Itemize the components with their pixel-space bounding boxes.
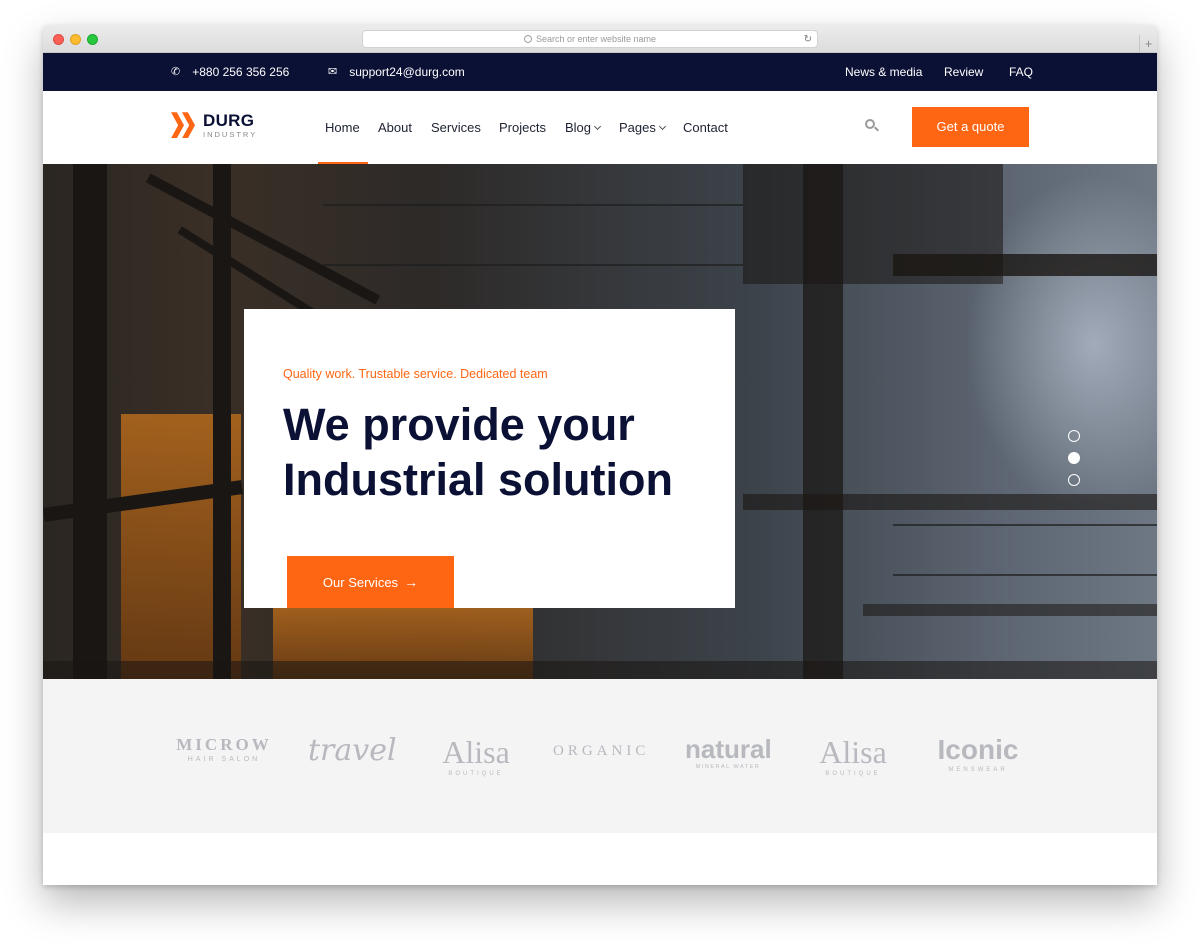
next-section	[43, 833, 1157, 885]
phone-icon: ✆	[171, 66, 181, 78]
slider-dot-2[interactable]	[1068, 452, 1080, 464]
partner-logo-alisa-2: Alisa BOUTIQUE	[819, 734, 887, 777]
browser-toolbar: Search or enter website name ↻ +	[43, 25, 1157, 53]
slider-dot-3[interactable]	[1068, 474, 1080, 486]
reload-icon[interactable]: ↻	[804, 31, 812, 48]
arrow-right-icon: →	[404, 574, 419, 590]
browser-window: Search or enter website name ↻ + ✆ +880 …	[43, 25, 1157, 885]
phone-number: +880 256 356 256	[192, 65, 290, 79]
nav-item-contact[interactable]: Contact	[683, 91, 728, 164]
search-icon	[523, 35, 532, 43]
logo-subtitle: INDUSTRY	[203, 130, 258, 139]
email-address: support24@durg.com	[349, 65, 465, 79]
nav-item-projects[interactable]: Projects	[499, 91, 546, 164]
hero-title: We provide your Industrial solution	[283, 399, 673, 505]
nav-item-services[interactable]: Services	[431, 91, 481, 164]
our-services-button[interactable]: Our Services →	[287, 556, 454, 608]
close-window-button[interactable]	[53, 34, 64, 45]
hero-slider: Quality work. Trustable service. Dedicat…	[43, 164, 1157, 679]
nav-item-blog[interactable]: Blog	[565, 91, 602, 164]
address-placeholder: Search or enter website name	[535, 34, 657, 44]
topbar-link-faq[interactable]: FAQ	[1009, 53, 1033, 91]
topbar-link-review[interactable]: Review	[944, 53, 983, 91]
nav-blog-label: Blog	[565, 120, 592, 135]
phone-contact[interactable]: ✆ +880 256 356 256	[171, 53, 289, 91]
hero-tagline: Quality work. Trustable service. Dedicat…	[283, 367, 548, 381]
our-services-label: Our Services	[322, 575, 399, 590]
partner-logo-organic: ORGANIC	[553, 743, 650, 759]
partner-logo-microw: MICROW HAIR SALON	[176, 735, 272, 763]
search-icon[interactable]	[865, 119, 879, 133]
address-bar[interactable]: Search or enter website name ↻	[362, 30, 818, 48]
partner-logos: MICROW HAIR SALON travel Alisa BOUTIQUE …	[43, 679, 1157, 833]
envelope-icon: ✉	[328, 66, 338, 78]
logo-chevrons-icon	[171, 112, 197, 139]
partner-logo-travel: travel	[308, 733, 397, 768]
site-header: DURG INDUSTRY Home About Services Projec…	[43, 91, 1157, 164]
nav-item-pages[interactable]: Pages	[619, 91, 666, 164]
maximize-window-button[interactable]	[87, 34, 98, 45]
email-contact[interactable]: ✉ support24@durg.com	[328, 53, 465, 91]
get-a-quote-button[interactable]: Get a quote	[912, 107, 1029, 147]
slider-dot-1[interactable]	[1068, 430, 1080, 442]
nav-item-home[interactable]: Home	[325, 91, 360, 164]
partner-logo-iconic: Iconic MENSWEAR	[937, 734, 1019, 774]
partner-logo-natural: natural MINERAL WATER	[685, 734, 772, 770]
nav-pages-label: Pages	[619, 120, 656, 135]
chevron-down-icon	[658, 122, 666, 131]
logo[interactable]: DURG INDUSTRY	[171, 112, 257, 139]
nav-item-about[interactable]: About	[378, 91, 412, 164]
new-tab-button[interactable]: +	[1139, 35, 1157, 53]
minimize-window-button[interactable]	[70, 34, 81, 45]
top-bar: ✆ +880 256 356 256 ✉ support24@durg.com …	[43, 53, 1157, 91]
partner-logo-alisa: Alisa BOUTIQUE	[442, 734, 510, 777]
chevron-down-icon	[593, 122, 602, 131]
topbar-link-news-media[interactable]: News & media	[845, 53, 922, 91]
logo-title: DURG	[203, 111, 255, 130]
